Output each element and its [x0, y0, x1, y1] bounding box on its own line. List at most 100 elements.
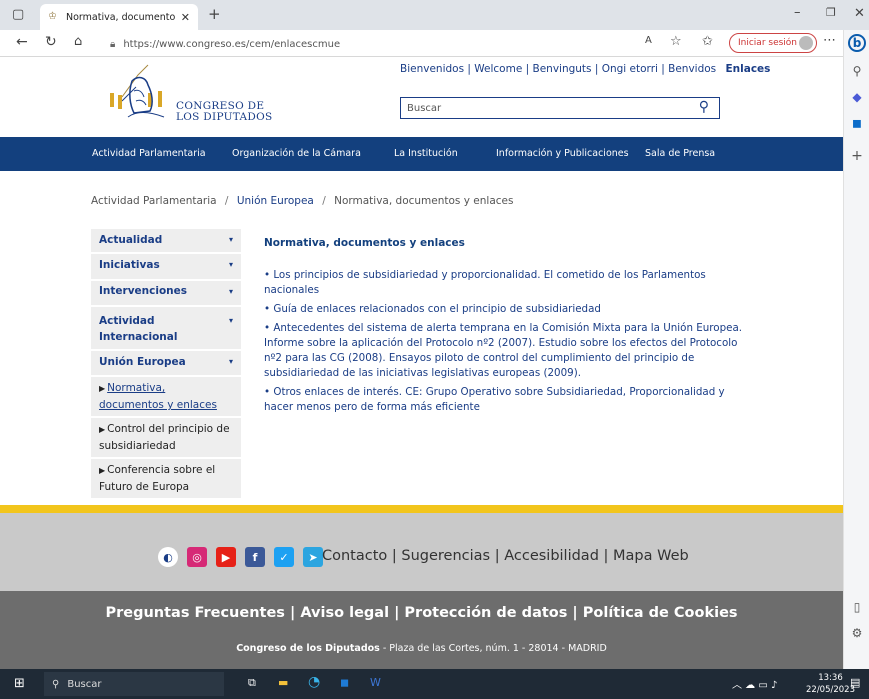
restore-icon[interactable]: ❐ [826, 7, 836, 18]
link-item[interactable]: • Los principios de subsidiariedad y pro… [264, 268, 750, 298]
outlook-icon[interactable]: ◼ [340, 676, 349, 689]
main-content: Normativa, documentos y enlaces • Los pr… [264, 237, 750, 419]
signin-button[interactable]: Iniciar sesión [729, 33, 817, 53]
twitter-icon[interactable]: ✓ [274, 547, 294, 567]
avatar [799, 36, 813, 50]
read-aloud-icon[interactable]: A [645, 36, 652, 46]
task-view-icon[interactable]: ⧉ [248, 676, 256, 690]
favicon-icon: ♔ [48, 11, 57, 22]
logo-text: CONGRESO DE LOS DIPUTADOS [176, 101, 273, 123]
social-links: ◐ ◎ ▶ f ✓ ➤ [158, 547, 332, 567]
url-text: https://www.congreso.es/cem/enlacescmue [123, 38, 341, 50]
close-tab-icon[interactable]: ✕ [181, 11, 190, 24]
close-window-icon[interactable]: ✕ [854, 7, 865, 20]
submenu-label: Conferencia sobre el Futuro de Europa [99, 464, 216, 493]
page-title: Normativa, documentos y enlaces [264, 237, 465, 249]
menu-item-actualidad[interactable]: Actualidad ▾ [91, 229, 241, 254]
submenu-item-conferencia[interactable]: ▶ Conferencia sobre el Futuro de Europa [91, 459, 241, 500]
search-icon[interactable]: ⚲ [699, 99, 709, 115]
footer: ◐ ◎ ▶ f ✓ ➤ Contacto | Sugerencias | Acc… [0, 505, 843, 669]
menu-item-intervenciones[interactable]: Intervenciones ▾ [91, 281, 241, 307]
menu-label: Actualidad [99, 234, 163, 246]
tab-active[interactable]: ♔ Normativa, documentos y enlace ✕ [40, 4, 198, 30]
breadcrumb-item-2[interactable]: Unión Europea [237, 195, 314, 207]
outlook-icon[interactable]: ◼ [849, 116, 865, 132]
caret-down-icon: ▾ [228, 260, 233, 269]
search-icon[interactable]: ⚲ [849, 64, 865, 80]
favorite-icon[interactable]: ☆ [670, 35, 682, 48]
more-icon[interactable]: ⋯ [823, 34, 836, 47]
word-icon[interactable]: W [370, 676, 381, 689]
clock[interactable]: 13:36 22/05/2023 [806, 672, 855, 696]
submenu-item-normativa[interactable]: ▶ Normativa, documentos y enlaces [91, 377, 241, 418]
caret-down-icon: ▾ [228, 316, 233, 325]
nav-item-informacion[interactable]: Información y Publicaciones [496, 148, 629, 159]
shopping-icon[interactable]: ◆ [849, 90, 865, 106]
link-item[interactable]: • Antecedentes del sistema de alerta tem… [264, 321, 750, 381]
nav-item-organizacion[interactable]: Organización de la Cámara [232, 148, 361, 159]
search-icon: ⚲ [52, 678, 60, 690]
instagram-icon[interactable]: ◎ [187, 547, 207, 567]
facebook-icon[interactable]: f [245, 547, 265, 567]
refresh-icon[interactable]: ↻ [45, 35, 57, 49]
signin-label: Iniciar sesión [738, 38, 798, 48]
breadcrumb-separator: / [224, 195, 229, 207]
submenu-item-control[interactable]: ▶ Control del principio de subsidiariedad [91, 418, 241, 459]
url-field[interactable]: 🔒︎ https://www.congreso.es/cem/enlacescm… [100, 34, 712, 54]
lock-icon: 🔒︎ [110, 38, 116, 50]
menu-label: Intervenciones [99, 285, 188, 297]
current-section-link[interactable]: Enlaces [726, 63, 771, 75]
nav-item-actividad[interactable]: Actividad Parlamentaria [92, 148, 206, 159]
telegram-icon[interactable]: ➤ [303, 547, 323, 567]
nav-item-prensa[interactable]: Sala de Prensa [645, 148, 715, 159]
new-tab-icon[interactable]: + [208, 7, 221, 22]
left-menu: Actualidad ▾ Iniciativas ▾ Intervencione… [91, 229, 241, 500]
youtube-icon[interactable]: ▶ [216, 547, 236, 567]
language-links[interactable]: Bienvenidos | Welcome | Benvinguts | Ong… [400, 63, 716, 75]
add-icon[interactable]: + [849, 148, 865, 164]
link-item[interactable]: • Otros enlaces de interés. CE: Grupo Op… [264, 385, 750, 415]
logo-line-2: LOS DIPUTADOS [176, 111, 273, 123]
legal-links[interactable]: Preguntas Frecuentes | Aviso legal | Pro… [0, 605, 843, 621]
window-icon[interactable]: ▢ [12, 8, 24, 21]
breadcrumb: Actividad Parlamentaria / Unión Europea … [91, 195, 513, 207]
taskbar-search[interactable]: ⚲ Buscar [44, 672, 224, 696]
link-item[interactable]: • Guía de enlaces relacionados con el pr… [264, 302, 750, 317]
arrow-right-icon: ▶ [99, 466, 106, 475]
tab-bar: ▢ ♔ Normativa, documentos y enlace ✕ + –… [0, 0, 869, 30]
submenu-label: Control del principio de subsidiariedad [99, 423, 230, 452]
taskbar: ⊞ ⚲ Buscar ⧉ ▬ ◔ ◼ W ︿ ☁ ▭ ♪ 13:36 22/05… [0, 669, 869, 699]
sidebar-toggle-icon[interactable]: ▯ [849, 600, 865, 616]
file-explorer-icon[interactable]: ▬ [278, 676, 288, 689]
language-bar: Bienvenidos | Welcome | Benvinguts | Ong… [400, 63, 770, 75]
clock-date: 22/05/2023 [806, 685, 855, 695]
caret-down-icon: ▾ [228, 287, 233, 296]
settings-icon[interactable]: ⚙ [849, 626, 865, 642]
tab-title: Normativa, documentos y enlace [66, 11, 175, 23]
menu-item-actividad-internacional[interactable]: Actividad Internacional ▾ [91, 307, 241, 351]
fediverse-icon[interactable]: ◐ [158, 547, 178, 567]
notification-icon[interactable]: ▤ [850, 676, 860, 689]
search-placeholder: Buscar [407, 102, 442, 114]
menu-item-union-europea[interactable]: Unión Europea ▾ [91, 351, 241, 377]
footer-links[interactable]: Contacto | Sugerencias | Accesibilidad |… [322, 548, 689, 564]
address: Congreso de los Diputados - Plaza de las… [0, 643, 843, 654]
nav-item-institucion[interactable]: La Institución [394, 148, 458, 159]
back-icon[interactable]: ← [16, 35, 28, 49]
bing-icon[interactable]: b [848, 34, 866, 52]
home-icon[interactable]: ⌂ [74, 35, 82, 48]
edge-icon[interactable]: ◔ [308, 674, 320, 690]
breadcrumb-item-1[interactable]: Actividad Parlamentaria [91, 195, 217, 207]
search-input[interactable]: Buscar ⚲ [400, 97, 720, 119]
system-tray-icon[interactable]: ︿ ☁ ▭ ♪ [732, 676, 777, 691]
breadcrumb-separator: / [322, 195, 326, 207]
address-text: - Plaza de las Cortes, núm. 1 - 28014 - … [379, 643, 607, 654]
edge-sidebar: b ⚲ ◆ ◼ + ▯ ⚙ [843, 30, 869, 669]
menu-label: Iniciativas [99, 259, 160, 271]
windows-start-icon[interactable]: ⊞ [14, 676, 25, 691]
arrow-right-icon: ▶ [99, 425, 106, 434]
menu-item-iniciativas[interactable]: Iniciativas ▾ [91, 254, 241, 281]
favorites-icon[interactable]: ✩ [702, 35, 713, 48]
minimize-icon[interactable]: – [794, 6, 801, 19]
arrow-right-icon: ▶ [99, 384, 106, 393]
